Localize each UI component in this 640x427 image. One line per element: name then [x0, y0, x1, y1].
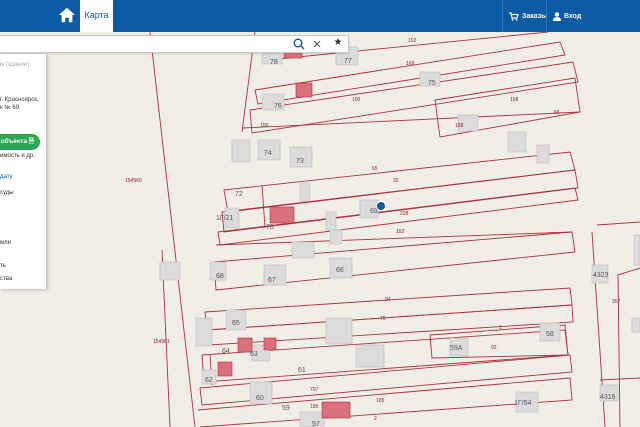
label-100: 100: [352, 97, 361, 103]
label-74: 74: [264, 150, 272, 157]
label-154961: 154961: [153, 339, 170, 345]
label-75: 75: [428, 80, 436, 87]
label-4323: 4323: [593, 272, 609, 279]
document-icon: 🗎: [28, 138, 34, 145]
label-1: 1: [499, 325, 502, 331]
building: [507, 131, 527, 153]
building: [159, 261, 181, 281]
label-94: 94: [385, 297, 391, 303]
tab-map[interactable]: Карта: [80, 0, 113, 32]
label-168: 168: [510, 97, 519, 103]
panel-item-1[interactable]: суды: [0, 190, 14, 196]
building: [536, 144, 550, 164]
label-65: 65: [232, 320, 240, 327]
label-60: 60: [256, 395, 264, 402]
label-169: 169: [406, 61, 415, 67]
label-61: 61: [298, 367, 306, 374]
orders-label: Заказы: [522, 12, 548, 20]
label-2: 2: [374, 416, 377, 422]
address-line-2: к № 69: [0, 105, 20, 111]
label-59a: 59А: [450, 345, 463, 352]
building-red: [237, 337, 253, 353]
label-73: 73: [296, 158, 304, 165]
orders-button[interactable]: Заказы: [502, 0, 551, 32]
building: [631, 317, 640, 333]
label-66: 66: [336, 267, 344, 274]
map-background: [0, 32, 640, 427]
label-59: 59: [282, 405, 290, 412]
address-line-1: г. Красноярск,: [0, 97, 39, 103]
favorite-star-icon[interactable]: ★: [331, 36, 345, 50]
label-32: 32: [393, 178, 399, 184]
label-92: 92: [491, 345, 497, 351]
label-76: 76: [274, 103, 282, 110]
login-button[interactable]: Вход: [546, 0, 593, 32]
selected-location-marker[interactable]: [376, 201, 386, 211]
label-65a: 65: [554, 110, 560, 116]
label-77: 77: [344, 58, 352, 65]
label-70: 70: [266, 224, 274, 231]
label-154960: 154960: [125, 178, 142, 184]
building-red: [217, 361, 233, 377]
cart-icon: [509, 11, 519, 21]
label-67: 67: [268, 277, 276, 284]
date-link[interactable]: дату: [0, 174, 13, 180]
label-76b: 76: [380, 316, 386, 322]
label-78: 78: [270, 59, 278, 66]
object-info-panel: м (здание) г. Красноярск, к № 69 объекта…: [0, 54, 47, 289]
building-red: [269, 206, 295, 224]
label-72: 72: [235, 191, 243, 198]
label-1g54: 1Г/54: [514, 400, 532, 407]
label-102: 102: [408, 38, 417, 44]
object-button[interactable]: объекта 🗎: [0, 134, 40, 150]
label-100b: 100: [260, 123, 269, 129]
label-228: 228: [400, 211, 409, 217]
search-icon[interactable]: [292, 37, 306, 51]
label-62: 62: [205, 377, 213, 384]
label-357: 357: [612, 299, 621, 305]
building-red: [263, 337, 277, 351]
label-57: 57: [312, 421, 320, 427]
label-64: 64: [222, 348, 230, 355]
building-red: [321, 401, 351, 419]
top-navigation-bar: Карта Заказы Вход: [0, 0, 640, 32]
label-1g21: 1Г/21: [216, 215, 234, 222]
label-165: 165: [376, 398, 385, 404]
label-707: 707: [310, 387, 319, 393]
building-red: [295, 82, 313, 98]
label-68: 68: [216, 273, 224, 280]
search-bar: [0, 35, 349, 53]
building: [195, 317, 213, 347]
building: [355, 344, 385, 368]
panel-item-3[interactable]: ть: [0, 263, 6, 269]
user-icon: [553, 11, 561, 21]
building: [325, 317, 353, 345]
label-65b: 65: [372, 166, 378, 172]
login-label: Вход: [564, 12, 582, 20]
label-168b: 168: [455, 123, 464, 129]
building: [231, 139, 251, 163]
building: [291, 241, 315, 259]
label-58: 58: [546, 331, 554, 338]
building: [633, 234, 640, 266]
building: [329, 229, 343, 245]
object-button-label: объекта: [0, 138, 27, 145]
building: [325, 211, 337, 231]
search-placeholder: м (здание): [0, 62, 30, 68]
home-icon[interactable]: [58, 6, 76, 24]
label-63: 63: [250, 351, 258, 358]
panel-item-4[interactable]: ства: [0, 276, 12, 282]
label-152: 152: [396, 229, 405, 235]
label-195: 195: [310, 404, 319, 410]
cadastral-map[interactable]: 78 77 75 76 74 73 72 69 1Г/21 70 68 67 6…: [0, 32, 640, 427]
building: [299, 182, 311, 202]
clear-icon[interactable]: [310, 37, 324, 51]
realty-line: имость и др.: [0, 153, 35, 159]
label-4316: 4316: [600, 394, 616, 401]
panel-item-2[interactable]: мли: [0, 240, 11, 246]
